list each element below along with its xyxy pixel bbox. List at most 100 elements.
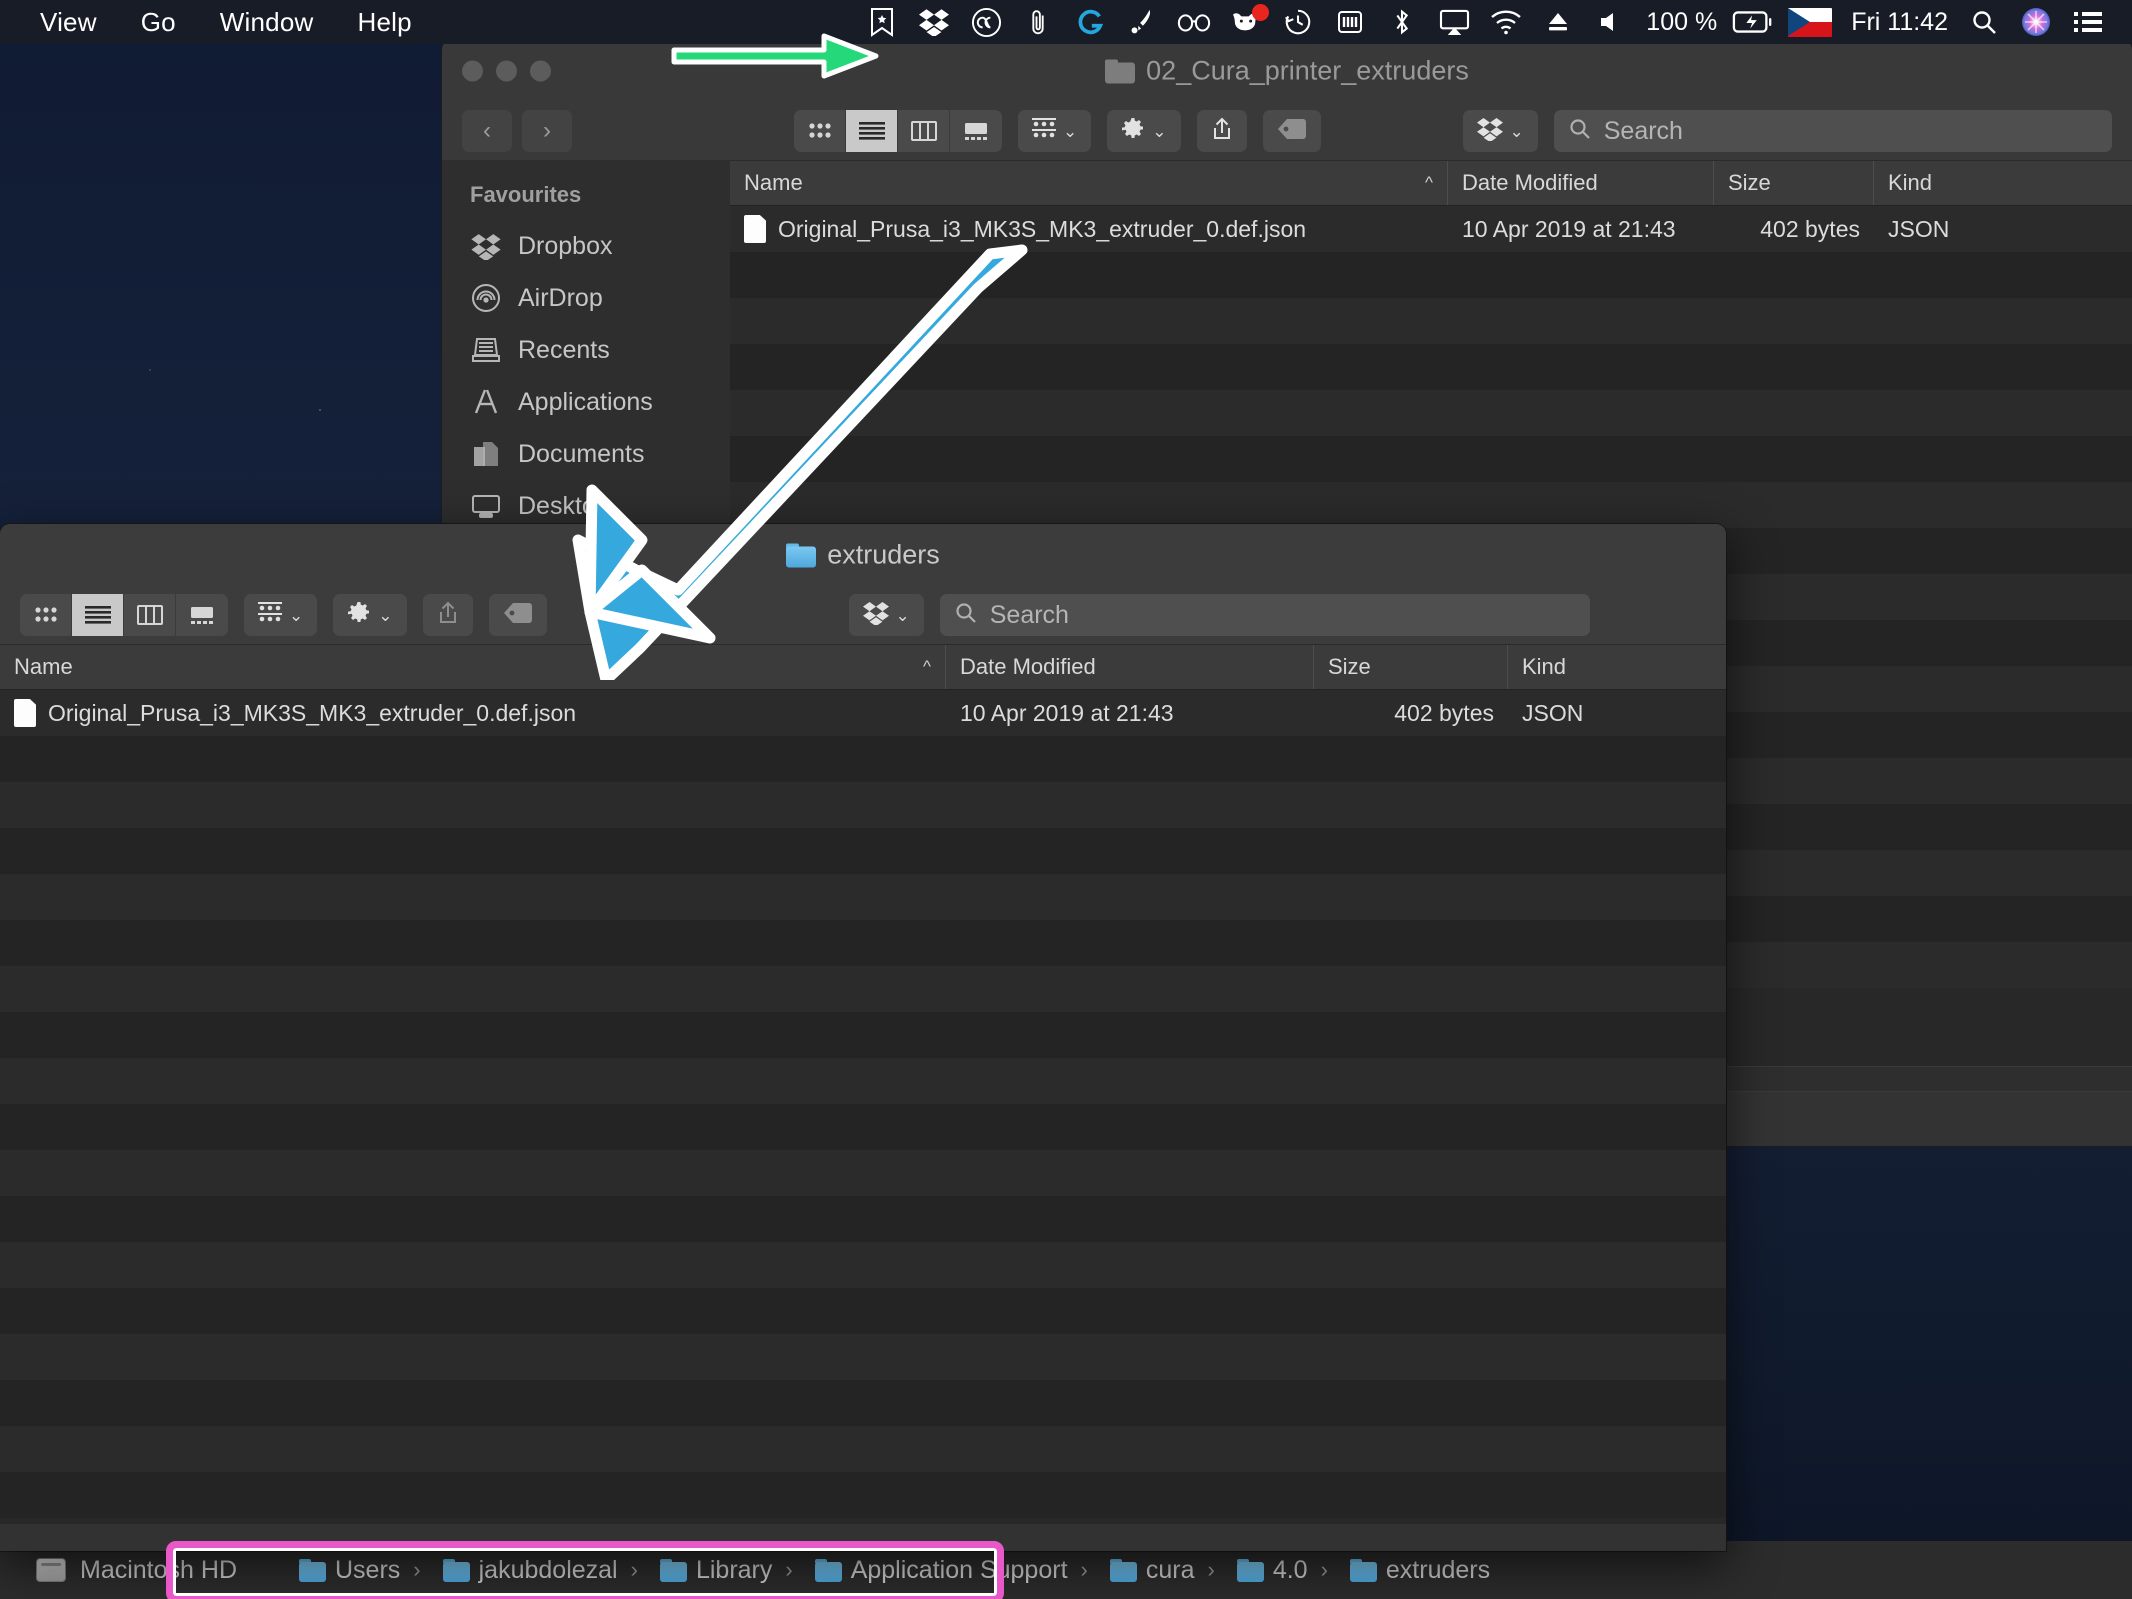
front-tag-button[interactable]: [488, 594, 547, 636]
back-action-button[interactable]: ⌄: [1107, 110, 1181, 152]
chevron-down-icon: ⌄: [1509, 121, 1524, 141]
file-date-modified: 10 Apr 2019 at 21:43: [960, 699, 1174, 726]
table-row[interactable]: Original_Prusa_i3_MK3S_MK3_extruder_0.de…: [730, 206, 2132, 252]
menu-bar[interactable]: View Go Window Help 100 % Fri 11:42: [0, 0, 2132, 44]
list-view-icon[interactable]: [846, 110, 898, 152]
glasses-icon[interactable]: [1168, 0, 1220, 44]
front-search-input[interactable]: Search: [939, 594, 1590, 636]
breadcrumb-jakubdolezal[interactable]: jakubdolezal ›: [434, 1556, 651, 1585]
table-row-empty: [0, 828, 1726, 874]
menu-bar-items[interactable]: View Go Window Help: [0, 0, 434, 44]
minimize-button[interactable]: [496, 60, 517, 82]
table-row-empty: [0, 1012, 1726, 1058]
battery-charging-icon[interactable]: [1727, 0, 1779, 44]
chevron-down-icon: ⌄: [289, 605, 304, 625]
front-group-by-button[interactable]: ⌄: [244, 594, 318, 636]
icon-view-icon[interactable]: [794, 110, 846, 152]
menu-item-window[interactable]: Window: [198, 0, 336, 44]
close-button[interactable]: [462, 60, 483, 82]
volume-icon[interactable]: [1584, 0, 1636, 44]
chevron-right-icon[interactable]: ›: [522, 110, 572, 152]
list-view-icon[interactable]: [72, 594, 124, 636]
front-column-header[interactable]: Name ^ Date Modified Size Kind: [0, 644, 1726, 690]
back-view-mode-group[interactable]: [794, 110, 1002, 152]
breadcrumb-4-0[interactable]: 4.0 ›: [1228, 1556, 1341, 1585]
czech-flag-icon[interactable]: [1779, 0, 1841, 44]
back-nav-buttons[interactable]: ‹ ›: [462, 110, 572, 152]
sidebar-item-dropbox[interactable]: Dropbox: [442, 220, 730, 272]
sidebar-item-recents[interactable]: Recents: [442, 324, 730, 376]
bluetooth-icon[interactable]: [1376, 0, 1428, 44]
front-column-size[interactable]: Size: [1314, 645, 1508, 689]
front-view-mode-group[interactable]: [20, 594, 228, 636]
back-column-header[interactable]: Name ^ Date Modified Size Kind: [730, 160, 2132, 206]
breadcrumb-cura[interactable]: cura ›: [1101, 1556, 1228, 1585]
sidebar-item-applications[interactable]: Applications: [442, 376, 730, 428]
front-column-name[interactable]: Name ^: [0, 645, 946, 689]
back-window-toolbar[interactable]: ‹ › ⌄ ⌄ ⌄ Search: [442, 102, 2132, 160]
front-window-titlebar[interactable]: extruders: [0, 524, 1726, 586]
back-column-kind[interactable]: Kind: [1874, 161, 2034, 205]
cow-icon[interactable]: [1220, 0, 1272, 44]
folder-gray-icon: [1105, 59, 1136, 83]
back-search-input[interactable]: Search: [1553, 110, 2112, 152]
back-column-name[interactable]: Name ^: [730, 161, 1448, 205]
bookmark-icon[interactable]: [856, 0, 908, 44]
users-folder-icon: [299, 1558, 326, 1582]
back-tag-button[interactable]: [1262, 110, 1321, 152]
zoom-button[interactable]: [530, 60, 551, 82]
back-group-by-button[interactable]: ⌄: [1018, 110, 1092, 152]
breadcrumb-extruders[interactable]: extruders: [1341, 1556, 1499, 1585]
back-column-size[interactable]: Size: [1714, 161, 1874, 205]
table-row-empty: [0, 736, 1726, 782]
menu-item-help[interactable]: Help: [335, 0, 433, 44]
column-view-icon[interactable]: [124, 594, 176, 636]
battery-bars-icon[interactable]: [1324, 0, 1376, 44]
breadcrumb-library[interactable]: Library ›: [651, 1556, 806, 1585]
wifi-icon[interactable]: [1480, 0, 1532, 44]
icon-view-icon[interactable]: [20, 594, 72, 636]
front-dropbox-button[interactable]: ⌄: [848, 594, 924, 636]
menu-bar-status-items[interactable]: 100 % Fri 11:42: [856, 0, 2132, 44]
breadcrumb-users[interactable]: Users ›: [290, 1556, 434, 1585]
file-name: Original_Prusa_i3_MK3S_MK3_extruder_0.de…: [48, 699, 577, 726]
table-row-empty: [730, 390, 2132, 436]
paperclip-icon[interactable]: [1012, 0, 1064, 44]
table-row[interactable]: Original_Prusa_i3_MK3S_MK3_extruder_0.de…: [0, 690, 1726, 736]
back-share-button[interactable]: [1196, 110, 1247, 152]
back-window-titlebar[interactable]: 02_Cura_printer_extruders: [442, 40, 2132, 102]
bartender-icon[interactable]: [1116, 0, 1168, 44]
menu-item-go[interactable]: Go: [119, 0, 198, 44]
logitech-g-icon[interactable]: [1064, 0, 1116, 44]
gallery-view-icon[interactable]: [176, 594, 228, 636]
chevron-left-icon[interactable]: ‹: [462, 110, 512, 152]
back-traffic-lights[interactable]: [462, 60, 551, 82]
column-view-icon[interactable]: [898, 110, 950, 152]
finder-window-foreground[interactable]: extruders ⌄ ⌄ ⌄ Search Name ^ Date Modif…: [0, 524, 1726, 1551]
front-window-toolbar[interactable]: ⌄ ⌄ ⌄ Search: [0, 586, 1726, 644]
sidebar-item-documents[interactable]: Documents: [442, 428, 730, 480]
front-action-button[interactable]: ⌄: [333, 594, 407, 636]
clock[interactable]: Fri 11:42: [1841, 8, 1958, 37]
front-column-date[interactable]: Date Modified: [946, 645, 1314, 689]
siri-icon[interactable]: [2010, 0, 2062, 44]
path-volume[interactable]: Macintosh HD: [0, 1556, 246, 1585]
search-icon[interactable]: [1958, 0, 2010, 44]
time-machine-icon[interactable]: [1272, 0, 1324, 44]
menu-item-view[interactable]: View: [18, 0, 119, 44]
back-dropbox-button[interactable]: ⌄: [1462, 110, 1538, 152]
eject-icon[interactable]: [1532, 0, 1584, 44]
front-share-button[interactable]: [422, 594, 473, 636]
sidebar-item-label: AirDrop: [518, 283, 603, 312]
back-column-date[interactable]: Date Modified: [1448, 161, 1714, 205]
breadcrumb-application-support[interactable]: Application Support ›: [806, 1556, 1101, 1585]
table-row-empty: [730, 298, 2132, 344]
list-icon[interactable]: [2062, 0, 2114, 44]
adobe-cc-icon[interactable]: [960, 0, 1012, 44]
sidebar-item-airdrop[interactable]: AirDrop: [442, 272, 730, 324]
gallery-view-icon[interactable]: [950, 110, 1002, 152]
dropbox-icon[interactable]: [908, 0, 960, 44]
airplay-icon[interactable]: [1428, 0, 1480, 44]
front-rows[interactable]: Original_Prusa_i3_MK3S_MK3_extruder_0.de…: [0, 690, 1726, 1524]
front-column-kind[interactable]: Kind: [1508, 645, 1726, 689]
